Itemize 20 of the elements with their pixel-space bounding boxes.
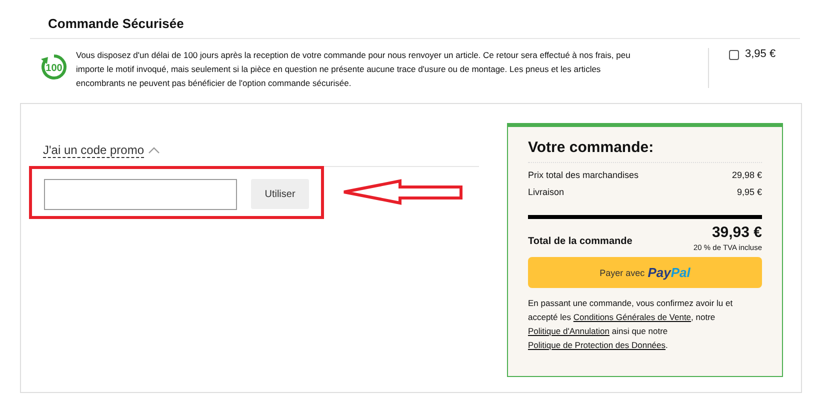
apply-button[interactable]: Utiliser [251, 179, 309, 209]
line-amount: 29,98 € [732, 170, 762, 180]
option-price: 3,95 € [745, 48, 776, 60]
line-amount: 9,95 € [736, 187, 762, 197]
checkbox[interactable] [729, 50, 739, 60]
arrow-icon [342, 179, 464, 205]
terms-link[interactable]: Politique de Protection des Données [528, 340, 666, 350]
line-label: Livraison [528, 187, 564, 197]
line-label: Prix total des marchandises [528, 170, 639, 180]
summary-title: Votre commande: [528, 139, 762, 163]
paypal-button[interactable]: Payer avec PayPal [528, 257, 762, 288]
terms-link[interactable]: Conditions Générales de Vente [573, 312, 692, 322]
promo-code-field[interactable] [44, 178, 237, 210]
total-label: Total de la commande [528, 236, 632, 246]
terms-link[interactable]: Politique d'Annulation [528, 326, 610, 336]
terms-text: En passant une commande, vous confirmez avoir lu et accepté les Conditions Générales de Vente, notre Politique d'Annulation ainsi que notre Politique de Protection des Données. [528, 297, 734, 352]
promo-code-toggle[interactable]: J'ai un code promo [43, 142, 144, 158]
section-title: Commande Sécurisée [48, 16, 184, 31]
total-amount: 39,93 € [712, 224, 762, 241]
return-policy-text: Vous disposez d'un délai de 100 jours après la reception de votre commande pour nous renvoyer un article. Ce retour sera effectué à nos frais, peu importe le motif invoqué, mais seulement si la pièce en question ne présente aucune trace d'usure ou de montage. Les pneus et les articles encombrants ne peuvent pas bénéficier de l'option commande sécurisée. [76, 49, 632, 90]
